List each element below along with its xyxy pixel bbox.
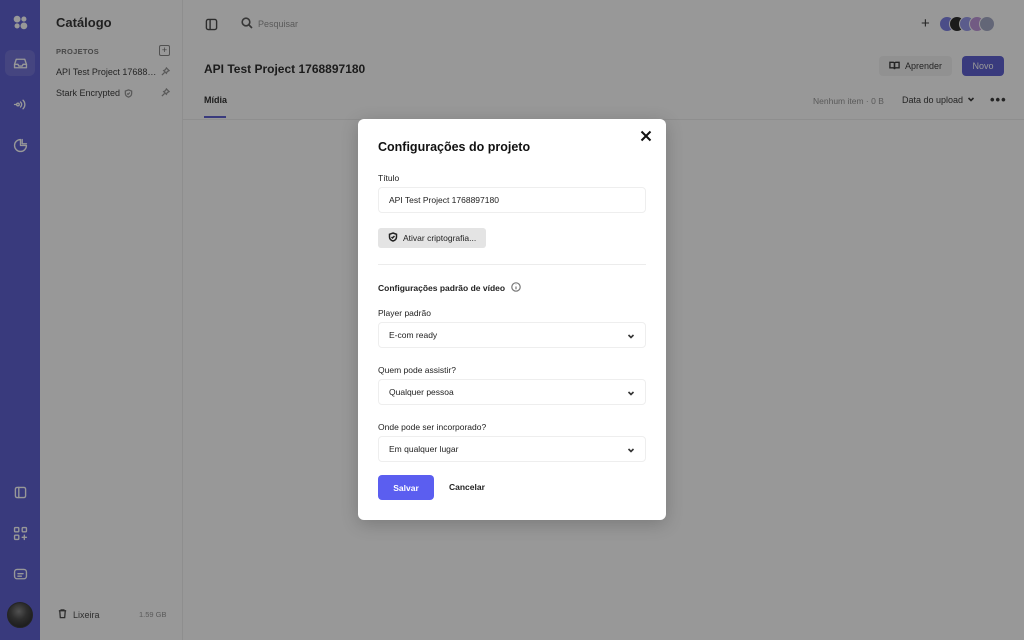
player-select[interactable]: E-com ready: [378, 322, 646, 348]
embed-select[interactable]: Em qualquer lugar: [378, 436, 646, 462]
divider: [378, 264, 646, 265]
video-defaults-label: Configurações padrão de vídeo: [378, 283, 506, 293]
player-value: E-com ready: [389, 330, 438, 340]
info-icon[interactable]: [511, 282, 521, 294]
title-input-wrapper: [378, 187, 646, 213]
embed-value: Em qualquer lugar: [389, 444, 459, 454]
project-settings-dialog: Configurações do projeto Título Ativar c…: [358, 119, 666, 520]
title-input[interactable]: [389, 195, 635, 205]
chevron-down-icon: [627, 332, 635, 342]
who-can-watch-select[interactable]: Qualquer pessoa: [378, 379, 646, 405]
video-defaults-heading: Configurações padrão de vídeo: [378, 282, 521, 294]
encrypt-label: Ativar criptografia...: [403, 233, 477, 243]
player-label: Player padrão: [378, 308, 431, 318]
dialog-title: Configurações do projeto: [378, 140, 531, 154]
close-icon[interactable]: [640, 129, 656, 145]
embed-label: Onde pode ser incorporado?: [378, 422, 487, 432]
enable-encryption-button[interactable]: Ativar criptografia...: [378, 228, 487, 248]
title-field-label: Título: [378, 173, 400, 183]
save-button[interactable]: Salvar: [378, 475, 434, 500]
chevron-down-icon: [627, 389, 635, 399]
chevron-down-icon: [627, 446, 635, 456]
cancel-button[interactable]: Cancelar: [449, 482, 485, 492]
who-can-watch-label: Quem pode assistir?: [378, 365, 456, 375]
shield-check-icon: [388, 232, 398, 244]
who-can-watch-value: Qualquer pessoa: [389, 387, 454, 397]
